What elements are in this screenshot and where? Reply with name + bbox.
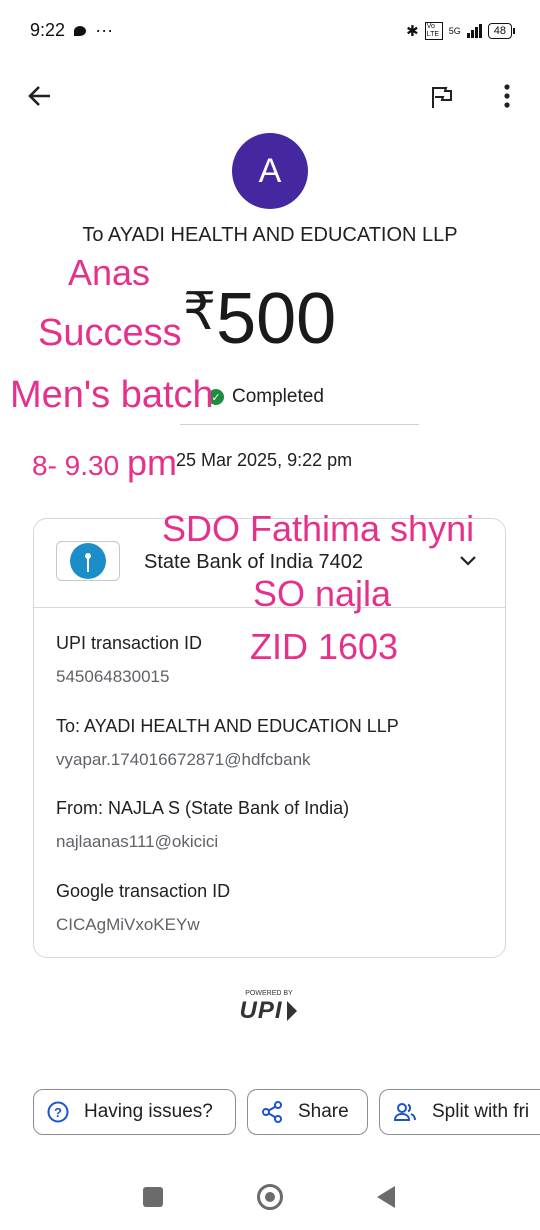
- home-nav-button[interactable]: [257, 1184, 283, 1210]
- from-label: From: NAJLA S (State Bank of India): [56, 798, 350, 818]
- share-icon: [262, 1101, 282, 1123]
- volte-icon: Vo LTE: [424, 22, 443, 40]
- more-options-button[interactable]: [496, 82, 518, 112]
- help-icon: ?: [47, 1101, 69, 1123]
- google-transaction-id-value: CICAgMiVxoKEYw: [56, 915, 200, 934]
- annotation-anas: Anas: [68, 252, 151, 293]
- signal-icon: [466, 24, 482, 38]
- more-vert-icon: [504, 84, 510, 108]
- report-flag-button[interactable]: [426, 82, 456, 112]
- split-bill-button[interactable]: Split with fri: [379, 1089, 540, 1135]
- back-button[interactable]: [24, 80, 56, 112]
- transaction-datetime: 25 Mar 2025, 9:22 pm: [176, 450, 353, 470]
- upi-logo: POWERED BY UPI: [233, 990, 305, 1030]
- annotation-time-pm: pm: [126, 442, 177, 483]
- annotation-success: Success: [38, 312, 182, 354]
- divider: [180, 424, 419, 425]
- network-type: 5G: [448, 26, 461, 36]
- to-upi-id: vyapar.174016672871@hdfcbank: [56, 750, 311, 769]
- google-transaction-id-label: Google transaction ID: [56, 881, 231, 901]
- sbi-logo-icon: [56, 541, 120, 581]
- more-notifications-icon: ···: [95, 20, 114, 40]
- svg-text:?: ?: [54, 1105, 62, 1120]
- arrow-left-icon: [28, 86, 50, 106]
- annotation-zid: ZID 1603: [250, 626, 399, 667]
- upi-transaction-id-value: 545064830015: [56, 667, 170, 686]
- share-label: Share: [298, 1101, 349, 1122]
- status-text: Completed: [232, 386, 324, 407]
- from-upi-id: najlaanas111@okicici: [56, 832, 219, 851]
- flag-icon: [432, 87, 452, 108]
- annotation-sdo: SDO Fathima shyni: [162, 508, 475, 549]
- back-nav-button[interactable]: [377, 1186, 395, 1208]
- status-time: 9:22 ···: [30, 20, 114, 40]
- annotation-batch: Men's batch: [10, 374, 214, 416]
- rupee-symbol: ₹: [183, 283, 217, 341]
- chat-icon: [74, 26, 87, 36]
- bank-account-name: State Bank of India 7402: [144, 551, 364, 573]
- amount-value: 500: [216, 279, 337, 359]
- battery-icon: 48: [487, 23, 516, 39]
- upi-arrow-icon: [286, 1001, 297, 1021]
- having-issues-label: Having issues?: [84, 1101, 213, 1122]
- powered-by-text: POWERED BY: [245, 990, 293, 997]
- upi-transaction-id-label: UPI transaction ID: [56, 633, 203, 653]
- chevron-down-icon[interactable]: [456, 549, 480, 573]
- to-label: To: AYADI HEALTH AND EDUCATION LLP: [56, 716, 399, 736]
- having-issues-button[interactable]: ? Having issues?: [33, 1089, 236, 1135]
- status-icons: ✱ Vo LTE 5G 48: [406, 22, 516, 40]
- annotation-time: 8- 9.30 pm: [32, 442, 177, 484]
- people-icon: [393, 1103, 416, 1121]
- annotation-time-range: 8- 9.30: [32, 450, 127, 481]
- amount: ₹ 500: [183, 278, 336, 360]
- payee-title: To AYADI HEALTH AND EDUCATION LLP: [82, 224, 458, 246]
- split-label: Split with fri: [432, 1101, 530, 1122]
- share-button[interactable]: Share: [247, 1089, 368, 1135]
- recents-nav-button[interactable]: [143, 1187, 163, 1207]
- annotation-so: SO najla: [253, 573, 392, 614]
- bluetooth-icon: ✱: [406, 23, 419, 40]
- avatar: A: [232, 133, 308, 209]
- status-row: ✓ Completed: [208, 386, 324, 408]
- upi-brand-text: UPI: [239, 997, 283, 1024]
